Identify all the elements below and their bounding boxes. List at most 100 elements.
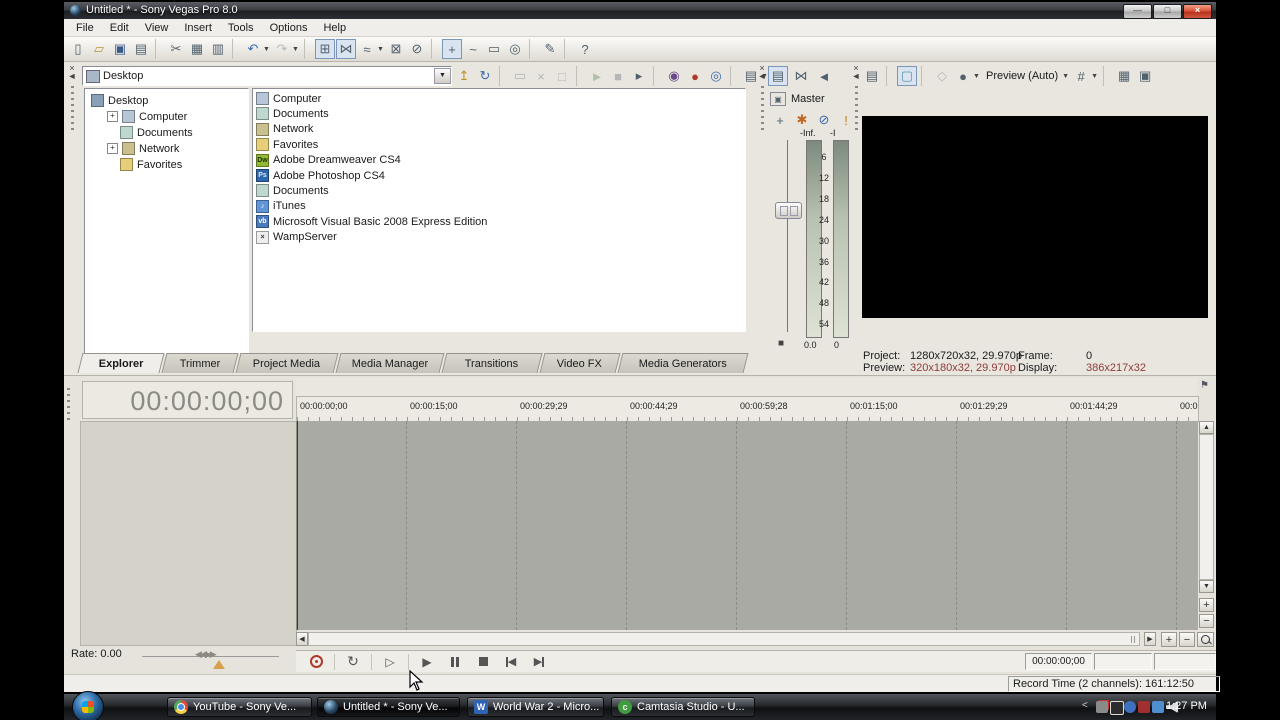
envelope-edit-tool-button[interactable]: ~ bbox=[463, 39, 483, 59]
hscroll-right-button[interactable]: ▶ bbox=[1144, 632, 1156, 646]
rate-scrub-handle[interactable]: ◀◀▶▶ bbox=[195, 649, 217, 660]
explorer-grip[interactable]: × ◄ bbox=[66, 64, 78, 134]
auto-ripple-button[interactable]: ≈ bbox=[357, 39, 377, 59]
loop-playback-button[interactable]: ↻ bbox=[343, 653, 363, 670]
go-to-start-button[interactable]: ◀ bbox=[501, 654, 521, 670]
file-item[interactable]: Documents bbox=[256, 183, 329, 198]
tab-media-generators[interactable]: Media Generators bbox=[617, 353, 749, 373]
taskbar-button-3[interactable]: W World War 2 - Micro... bbox=[467, 697, 604, 717]
save-button[interactable]: ▣ bbox=[110, 39, 130, 59]
preview-grip[interactable]: × ◄ bbox=[850, 64, 862, 134]
hscroll-resize-grip[interactable] bbox=[1131, 636, 1137, 643]
menu-options[interactable]: Options bbox=[262, 19, 316, 37]
selection-start-box[interactable]: 00:00:00;00 bbox=[1025, 653, 1092, 670]
paste-button[interactable]: ▥ bbox=[208, 39, 228, 59]
tree-item-network[interactable]: + Network bbox=[107, 141, 179, 156]
menu-file[interactable]: File bbox=[68, 19, 102, 37]
media-manager-button[interactable]: ● bbox=[685, 66, 705, 86]
file-item[interactable]: ♪ iTunes bbox=[256, 199, 306, 214]
tree-item-desktop[interactable]: Desktop bbox=[91, 93, 148, 108]
timeline-grip[interactable] bbox=[67, 382, 70, 424]
selection-length-box[interactable] bbox=[1154, 653, 1216, 670]
tab-project-media[interactable]: Project Media bbox=[235, 353, 339, 373]
tree-expander[interactable]: + bbox=[107, 111, 118, 122]
menu-edit[interactable]: Edit bbox=[102, 19, 137, 37]
selection-end-box[interactable] bbox=[1094, 653, 1152, 670]
new-project-button[interactable]: ▯ bbox=[68, 39, 88, 59]
preview-quality-mode-label[interactable]: Preview (Auto) bbox=[982, 70, 1062, 82]
pause-button[interactable] bbox=[445, 654, 465, 670]
address-dropdown-arrow[interactable]: ▼ bbox=[434, 68, 451, 84]
whats-this-help-button[interactable]: ? bbox=[575, 39, 595, 59]
minimize-button[interactable]: — bbox=[1123, 4, 1152, 19]
zoom-tool-button[interactable] bbox=[1197, 632, 1214, 647]
track-height-zoom-in-button[interactable]: + bbox=[1199, 598, 1214, 612]
mixer-grip[interactable]: × ◄ bbox=[756, 64, 768, 134]
dim-output-button[interactable]: ◄ bbox=[814, 66, 834, 86]
time-ruler[interactable]: 00:00:00;00 00:00:15;00 00:00:29;29 00:00:4… bbox=[296, 396, 1199, 422]
go-to-end-button[interactable]: ▶ bbox=[529, 654, 549, 670]
delete-button[interactable]: × bbox=[531, 66, 551, 86]
lock-envelopes-button[interactable]: ⊠ bbox=[386, 39, 406, 59]
up-one-level-button[interactable]: ↥ bbox=[454, 66, 474, 86]
menu-insert[interactable]: Insert bbox=[176, 19, 220, 37]
file-item[interactable]: × WampServer bbox=[256, 230, 337, 245]
file-item[interactable]: Ps Adobe Photoshop CS4 bbox=[256, 168, 385, 183]
add-to-favorites-button[interactable]: □ bbox=[552, 66, 572, 86]
tray-icon-2[interactable] bbox=[1110, 701, 1124, 715]
tray-icon-4[interactable] bbox=[1138, 701, 1150, 713]
menu-view[interactable]: View bbox=[137, 19, 177, 37]
start-preview-button[interactable]: ► bbox=[587, 66, 607, 86]
preview-quality-dropdown-arrow[interactable]: ▼ bbox=[972, 73, 981, 80]
bus-settings-button[interactable]: ✱ bbox=[792, 110, 812, 130]
marker-bar[interactable] bbox=[296, 378, 1197, 396]
overlays-dropdown-arrow[interactable]: ▼ bbox=[1090, 73, 1099, 80]
master-fader-handle[interactable] bbox=[775, 202, 802, 219]
video-output-fx-button[interactable]: ◇ bbox=[932, 66, 952, 86]
project-properties-button[interactable]: ▤ bbox=[131, 39, 151, 59]
track-view[interactable] bbox=[296, 421, 1198, 630]
restore-button[interactable]: □ bbox=[1153, 4, 1182, 19]
tray-collapse-chevron[interactable]: < bbox=[1082, 700, 1088, 711]
copy-snapshot-button[interactable]: ▦ bbox=[1114, 66, 1134, 86]
taskbar-button-1[interactable]: YouTube - Sony Ve... bbox=[167, 697, 312, 717]
track-height-zoom-out-button[interactable]: − bbox=[1199, 614, 1214, 628]
close-button[interactable]: × bbox=[1183, 4, 1212, 19]
auto-preview-button[interactable]: ▸ bbox=[629, 66, 649, 86]
tab-explorer[interactable]: Explorer bbox=[77, 353, 165, 373]
auto-ripple-dropdown-arrow[interactable]: ▼ bbox=[376, 46, 385, 53]
project-video-properties-button[interactable]: ▤ bbox=[862, 66, 882, 86]
vscroll-thumb[interactable] bbox=[1199, 434, 1214, 580]
address-combobox[interactable]: Desktop ▼ bbox=[82, 66, 452, 86]
record-button[interactable] bbox=[306, 654, 326, 670]
ignore-event-grouping-button[interactable]: ⊘ bbox=[407, 39, 427, 59]
tree-item-documents[interactable]: Documents bbox=[107, 125, 193, 140]
mixer-properties-button[interactable]: ▤ bbox=[768, 66, 788, 86]
timeline-zoom-in-button[interactable]: + bbox=[1161, 632, 1177, 647]
start-button[interactable] bbox=[72, 691, 104, 720]
undo-button[interactable]: ↶ bbox=[243, 39, 263, 59]
tree-expander[interactable]: + bbox=[107, 143, 118, 154]
mute-button[interactable]: ⊘ bbox=[814, 110, 834, 130]
taskbar-button-4[interactable]: c Camtasia Studio - U... bbox=[611, 697, 755, 717]
zoom-edit-tool-button[interactable]: ◎ bbox=[505, 39, 525, 59]
file-item[interactable]: Network bbox=[256, 122, 313, 137]
insert-fx-button[interactable]: + bbox=[770, 110, 790, 130]
cut-button[interactable]: ✂ bbox=[166, 39, 186, 59]
play-button[interactable]: ▶ bbox=[417, 654, 437, 670]
tray-icon-3[interactable] bbox=[1124, 701, 1136, 713]
undo-dropdown-arrow[interactable]: ▼ bbox=[262, 46, 271, 53]
preview-quality-mode-dropdown-arrow[interactable]: ▼ bbox=[1061, 73, 1070, 80]
normal-edit-tool-button[interactable]: + bbox=[442, 39, 462, 59]
refresh-button[interactable]: ↻ bbox=[475, 66, 495, 86]
vscroll-up-button[interactable]: ▲ bbox=[1199, 421, 1214, 434]
save-snapshot-button[interactable]: ▣ bbox=[1135, 66, 1155, 86]
tab-transitions[interactable]: Transitions bbox=[441, 353, 543, 373]
new-folder-button[interactable]: ▭ bbox=[510, 66, 530, 86]
rate-center-marker[interactable] bbox=[213, 660, 225, 669]
tray-icon-5[interactable] bbox=[1152, 701, 1164, 713]
file-item[interactable]: Documents bbox=[256, 106, 329, 121]
tree-item-computer[interactable]: + Computer bbox=[107, 109, 187, 124]
tab-trimmer[interactable]: Trimmer bbox=[161, 353, 239, 373]
selection-edit-tool-button[interactable]: ▭ bbox=[484, 39, 504, 59]
